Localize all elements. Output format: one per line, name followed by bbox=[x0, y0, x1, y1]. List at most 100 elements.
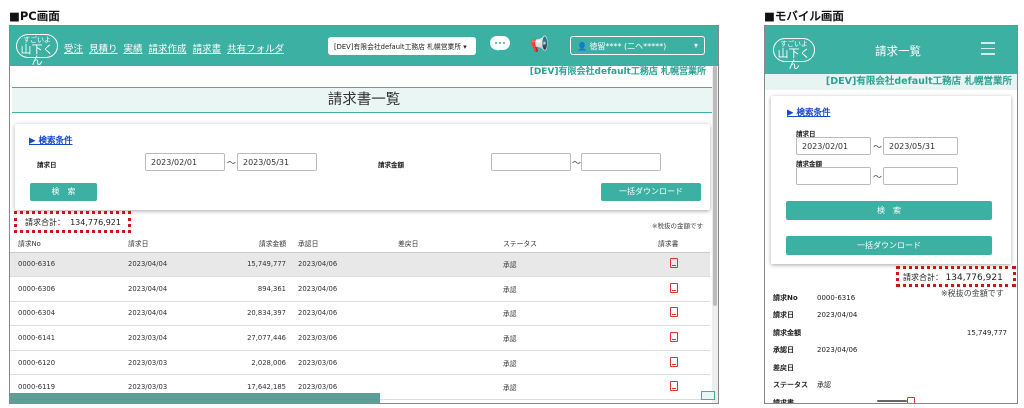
search-conditions-toggle[interactable]: ▶ 検索条件 bbox=[787, 106, 831, 118]
bulk-download-button[interactable]: 一括ダウンロード bbox=[601, 183, 701, 201]
page-title: 請求書一覧 bbox=[12, 87, 716, 113]
cell-no: 0000-6304 bbox=[10, 301, 120, 327]
range-tilde: ～ bbox=[873, 173, 883, 183]
search-button[interactable]: 検 索 bbox=[30, 183, 97, 201]
cell-approved: 2023/04/06 bbox=[290, 276, 390, 302]
app-logo[interactable]: すごいよ 山下くん bbox=[16, 34, 58, 66]
table-row[interactable]: 0000-6141 2023/03/04 27,077,446 2023/03/06 承… bbox=[10, 325, 710, 351]
caret-down-icon: ▾ bbox=[693, 41, 698, 50]
logo-main-text: 山下くん bbox=[777, 47, 811, 71]
invoice-total: 請求合計： 134,776,921 bbox=[896, 266, 1016, 287]
megaphone-icon[interactable]: 📢 bbox=[530, 35, 549, 53]
cell-status: 承認 bbox=[495, 301, 650, 327]
cell-amount: 894,361 bbox=[210, 276, 290, 302]
cell-status: 承認 bbox=[495, 325, 650, 351]
menu-shared-folder[interactable]: 共有フォルダ bbox=[227, 44, 284, 55]
menu-results[interactable]: 実績 bbox=[124, 44, 143, 55]
cell-amount: 27,077,446 bbox=[210, 325, 290, 351]
pdf-icon[interactable] bbox=[670, 356, 678, 367]
cell-date: 2023/03/03 bbox=[120, 350, 210, 376]
table-row[interactable]: 0000-6306 2023/04/04 894,361 2023/04/06 承認 bbox=[10, 276, 710, 302]
date-to-input[interactable]: 2023/05/31 bbox=[883, 137, 958, 155]
invoice-total: 請求合計： 134,776,921 bbox=[14, 211, 131, 233]
amount-to-input[interactable] bbox=[581, 153, 661, 171]
cell-no: 0000-6306 bbox=[10, 276, 120, 302]
company-select[interactable]: [DEV]有限会社default工務店 札幌営業所 ▾ bbox=[328, 37, 476, 55]
detail-row: ステータス 承認 bbox=[765, 377, 1017, 395]
range-tilde: ～ bbox=[873, 143, 883, 153]
amount-from-input[interactable] bbox=[796, 167, 871, 185]
menu-estimates[interactable]: 見積り bbox=[89, 44, 118, 55]
cell-approved: 2023/03/06 bbox=[290, 350, 390, 376]
detail-key: 請求日 bbox=[773, 311, 794, 320]
caret-down-icon: ▾ bbox=[463, 43, 467, 51]
cell-date: 2023/03/04 bbox=[120, 325, 210, 351]
col-header-status: ステータス bbox=[495, 234, 650, 253]
company-name-line: [DEV]有限会社default工務店 札幌営業所 bbox=[529, 67, 706, 77]
detail-row: 請求書 bbox=[765, 394, 1017, 404]
bulk-download-button[interactable]: 一括ダウンロード bbox=[786, 236, 992, 255]
cell-returned bbox=[390, 276, 495, 302]
total-label: 請求合計： bbox=[903, 273, 943, 282]
pdf-icon[interactable] bbox=[907, 396, 915, 403]
amount-from-input[interactable] bbox=[491, 153, 571, 171]
menu-orders[interactable]: 受注 bbox=[64, 44, 83, 55]
table-row[interactable]: 0000-6120 2023/03/03 2,028,006 2023/03/06 承認 bbox=[10, 350, 710, 376]
date-from-input[interactable]: 2023/02/01 bbox=[796, 137, 871, 155]
detail-row: 承認日 2023/04/06 bbox=[765, 342, 1017, 360]
table-row[interactable]: 0000-6316 2023/04/04 15,749,777 2023/04/06 承… bbox=[10, 252, 710, 278]
detail-row: 請求金額 15,749,777 bbox=[765, 324, 1017, 342]
cell-date: 2023/04/04 bbox=[120, 276, 210, 302]
cell-approved: 2023/03/06 bbox=[290, 325, 390, 351]
date-from-input[interactable]: 2023/02/01 bbox=[145, 153, 225, 171]
invoice-amount-label: 請求金額 bbox=[378, 161, 404, 169]
date-to-input[interactable]: 2023/05/31 bbox=[237, 153, 317, 171]
detail-key: 差戻日 bbox=[773, 363, 794, 372]
detail-key: 請求書 bbox=[773, 398, 794, 404]
range-tilde: ～ bbox=[227, 159, 237, 169]
chat-icon[interactable] bbox=[490, 36, 510, 51]
pc-section-label: ■PC画面 bbox=[9, 9, 60, 23]
pdf-icon[interactable] bbox=[670, 381, 678, 392]
cell-returned bbox=[390, 252, 495, 278]
cell-status: 承認 bbox=[495, 276, 650, 302]
user-menu-button[interactable]: 👤 徳留**** (二ヘ*****) ▾ bbox=[570, 36, 705, 55]
col-header-returned: 差戻日 bbox=[390, 234, 495, 253]
detail-row: 請求日 2023/04/04 bbox=[765, 307, 1017, 325]
detail-value: 0000-6316 bbox=[817, 293, 856, 302]
pdf-icon[interactable] bbox=[670, 258, 678, 269]
amount-to-input[interactable] bbox=[883, 167, 958, 185]
user-icon: 👤 bbox=[577, 42, 587, 51]
vertical-scrollbar[interactable] bbox=[712, 66, 718, 403]
pc-main-menu: 受注 見積り 実績 請求作成 請求書 共有フォルダ bbox=[64, 41, 290, 55]
menu-create-invoice[interactable]: 請求作成 bbox=[149, 44, 187, 55]
col-header-amount: 請求金額 bbox=[210, 234, 290, 253]
search-conditions-toggle[interactable]: ▶ 検索条件 bbox=[29, 134, 73, 146]
table-row[interactable]: 0000-6304 2023/04/04 20,834,397 2023/04/06 承… bbox=[10, 301, 710, 327]
search-button[interactable]: 検 索 bbox=[786, 201, 992, 220]
home-indicator bbox=[877, 400, 907, 402]
cell-amount: 20,834,397 bbox=[210, 301, 290, 327]
col-header-pdf: 請求書 bbox=[650, 234, 710, 253]
total-value: 134,776,921 bbox=[945, 273, 1003, 283]
cell-date: 2023/04/04 bbox=[120, 252, 210, 278]
browser-status-bar bbox=[10, 393, 380, 403]
cell-date: 2023/04/04 bbox=[120, 301, 210, 327]
pdf-icon[interactable] bbox=[670, 282, 678, 293]
window-restore-icon[interactable] bbox=[701, 391, 715, 400]
hamburger-menu-icon[interactable] bbox=[981, 42, 995, 59]
cell-status: 承認 bbox=[495, 374, 650, 401]
pdf-icon[interactable] bbox=[670, 307, 678, 318]
cell-returned bbox=[390, 374, 495, 401]
pdf-icon[interactable] bbox=[670, 332, 678, 343]
invoice-detail-list: 請求No 0000-6316 請求日 2023/04/04 請求金額 15,749,7… bbox=[765, 289, 1017, 404]
company-select-value: [DEV]有限会社default工務店 札幌営業所 bbox=[334, 43, 462, 51]
cell-no: 0000-6141 bbox=[10, 325, 120, 351]
cell-approved: 2023/04/06 bbox=[290, 252, 390, 278]
search-panel: ▶ 検索条件 請求日 2023/02/01 ～ 2023/05/31 請求金額 … bbox=[15, 124, 710, 210]
invoice-date-label: 請求日 bbox=[37, 161, 57, 169]
mobile-screen: すごいよ 山下くん 請求一覧 [DEV]有限会社default工務店 札幌営業所 … bbox=[764, 25, 1018, 404]
menu-invoices[interactable]: 請求書 bbox=[193, 44, 222, 55]
app-logo[interactable]: すごいよ 山下くん bbox=[773, 38, 815, 70]
cell-amount: 2,028,006 bbox=[210, 350, 290, 376]
